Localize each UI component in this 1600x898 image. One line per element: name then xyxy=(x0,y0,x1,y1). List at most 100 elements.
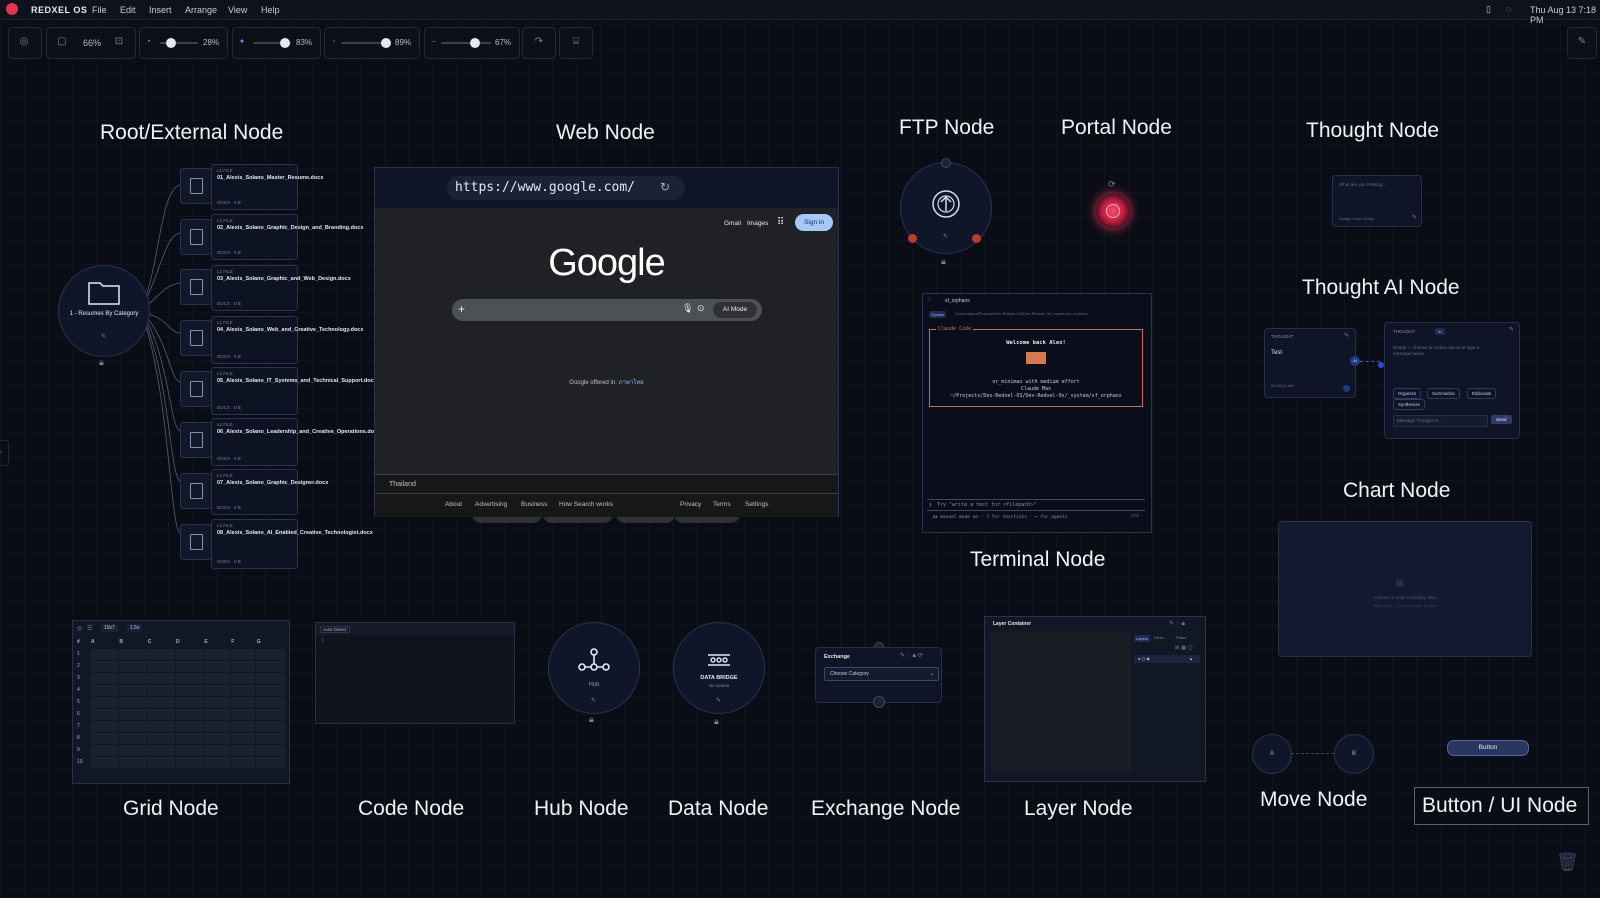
grid-cell[interactable] xyxy=(202,671,231,685)
menu-help[interactable]: Help xyxy=(261,5,280,15)
move-node-b[interactable]: B xyxy=(1334,734,1374,774)
terminal-node[interactable]: ◌ sf_orphans Orphan /Users/alpha/Project… xyxy=(922,293,1152,533)
grid-cell[interactable] xyxy=(229,707,257,721)
grid-cell[interactable] xyxy=(229,671,257,685)
paths-tab[interactable]: Paths xyxy=(1176,635,1186,640)
grid-cell[interactable] xyxy=(202,659,231,673)
code-node[interactable]: Auto Detect 1 xyxy=(315,622,515,724)
google-search-input[interactable]: + 🎙︎ ⊙ AI Mode xyxy=(452,299,762,321)
grid-cell[interactable] xyxy=(174,731,204,745)
file-card[interactable]: L1 FILE 01_Alexis_Solano_Master_Resume.do… xyxy=(211,164,323,210)
grid-cell[interactable] xyxy=(146,695,176,709)
edit-icon[interactable]: ✎ xyxy=(1412,214,1417,221)
elements-tab[interactable]: Elem... xyxy=(1154,635,1166,640)
slider-knob[interactable] xyxy=(279,38,290,48)
menu-edit[interactable]: Edit xyxy=(120,5,136,15)
grid-cell[interactable] xyxy=(89,647,119,661)
grid-cell[interactable] xyxy=(117,707,148,721)
grid-cell[interactable] xyxy=(255,659,286,673)
slider-knob[interactable] xyxy=(165,38,176,48)
organize-button[interactable]: Organize xyxy=(1393,388,1422,399)
exchange-bottom-port[interactable] xyxy=(873,696,885,708)
terminal-tab[interactable]: sf_orphans xyxy=(945,298,970,304)
grid-cell[interactable] xyxy=(202,755,231,769)
root-folder-node[interactable]: 1 - Resumes By Category ✎ xyxy=(58,265,150,357)
trash-icon[interactable]: 🗑︎ xyxy=(1556,852,1579,873)
grid-cell[interactable] xyxy=(174,719,204,733)
dot-slider[interactable] xyxy=(253,38,291,48)
grid-cell[interactable] xyxy=(255,755,286,769)
layer-row[interactable]: ● ▢ ◉ 🔒︎ xyxy=(1134,655,1200,663)
grid-cell[interactable] xyxy=(117,743,148,757)
grid-cell[interactable] xyxy=(255,647,286,661)
layer-canvas[interactable] xyxy=(991,633,1131,771)
edit-icon[interactable]: ✎ xyxy=(1344,332,1349,339)
edit-icon[interactable]: ✎ xyxy=(716,697,721,704)
portal-node[interactable] xyxy=(1096,194,1130,228)
apps-grid-icon[interactable]: ⠿ xyxy=(777,217,784,228)
grid-cell[interactable] xyxy=(174,755,204,769)
grid-zoom-select[interactable]: 1.5x xyxy=(127,624,143,632)
business-link[interactable]: Business xyxy=(521,501,547,508)
opacity-slider[interactable] xyxy=(341,38,391,48)
grid-cell[interactable] xyxy=(229,695,257,709)
slider-knob[interactable] xyxy=(380,38,391,48)
grid-cell[interactable] xyxy=(202,647,231,661)
grid-cell[interactable] xyxy=(174,659,204,673)
grid-cell[interactable] xyxy=(229,731,257,745)
grid-slider[interactable] xyxy=(160,38,198,48)
send-button[interactable]: Send xyxy=(1491,415,1512,424)
grid-cell[interactable] xyxy=(202,719,231,733)
grid-menu-icon[interactable]: ☰ xyxy=(87,625,92,632)
reload-icon[interactable]: ↻ xyxy=(660,180,670,194)
ai-port-icon[interactable]: AI xyxy=(1350,356,1360,366)
terminal-prompt-input[interactable]: Try "write a test for <filepath>" xyxy=(937,502,1036,508)
grid-cell[interactable] xyxy=(89,755,119,769)
grid-cell[interactable] xyxy=(146,659,176,673)
grid-cell[interactable] xyxy=(146,755,176,769)
grid-cell[interactable] xyxy=(174,683,204,697)
grid-cell[interactable] xyxy=(117,683,148,697)
grid-cell[interactable] xyxy=(146,731,176,745)
grid-cell[interactable] xyxy=(229,743,257,757)
grid-cell[interactable] xyxy=(117,731,148,745)
synthesize-button[interactable]: Synthesize xyxy=(1393,399,1426,410)
grid-cell[interactable] xyxy=(174,707,204,721)
edit-icon[interactable]: ✎ xyxy=(943,233,948,240)
grid-cell[interactable] xyxy=(202,695,231,709)
file-card[interactable]: L1 FILE 08_Alexis_Solano_AI_Enabled_Creat… xyxy=(211,519,373,569)
edit-icon[interactable]: ✎ xyxy=(1509,326,1514,333)
ui-button[interactable]: Button xyxy=(1447,740,1529,756)
grid-cell[interactable] xyxy=(174,671,204,685)
grid-cell[interactable] xyxy=(117,671,148,685)
category-select[interactable]: Choose Category ⌄ xyxy=(824,667,939,681)
exchange-actions-icon[interactable]: ✎◌🔒︎⟳ xyxy=(900,652,925,660)
plus-icon[interactable]: + xyxy=(458,302,465,316)
layer-node[interactable]: Layer Container ✎◌🔒︎ Layers Elem... Path… xyxy=(984,616,1206,782)
file-card[interactable]: L1 FILE 03_Alexis_Solano_Graphic_and_Web_… xyxy=(211,265,351,311)
grid-cell[interactable] xyxy=(174,647,204,661)
grid-cell[interactable] xyxy=(202,731,231,745)
curve-tool-button[interactable]: ↷ xyxy=(522,27,556,59)
grid-cell[interactable] xyxy=(229,647,257,661)
thai-link[interactable]: ภาษาไทย xyxy=(619,380,644,386)
layers-tab[interactable]: Layers xyxy=(1134,635,1151,642)
about-link[interactable]: About xyxy=(445,501,462,508)
grid-cell[interactable] xyxy=(146,671,176,685)
line-slider[interactable] xyxy=(441,38,491,48)
grid-cell[interactable] xyxy=(202,743,231,757)
thought-bottom-port[interactable] xyxy=(1343,385,1350,392)
hub-node[interactable]: Hub ✎ xyxy=(548,622,640,714)
grid-cell[interactable] xyxy=(89,707,119,721)
grid-cell[interactable] xyxy=(174,695,204,709)
chart-node[interactable]: ▤ Connect a node to display data Right-c… xyxy=(1278,521,1532,657)
grid-cell[interactable] xyxy=(146,707,176,721)
gmail-link[interactable]: Gmail xyxy=(724,220,741,227)
privacy-link[interactable]: Privacy xyxy=(680,501,701,508)
move-node-a[interactable]: A xyxy=(1252,734,1292,774)
grid-cell[interactable] xyxy=(229,683,257,697)
grid-cell[interactable] xyxy=(255,743,286,757)
data-node[interactable]: DATA BRIDGE No source ✎ xyxy=(673,622,765,714)
grid-cell[interactable] xyxy=(146,719,176,733)
grid-node[interactable]: ◎ ☰ 10x7 1.5x # A B C D E F G 1 2 3 4 5 6 7 8 9 1… xyxy=(72,620,290,784)
